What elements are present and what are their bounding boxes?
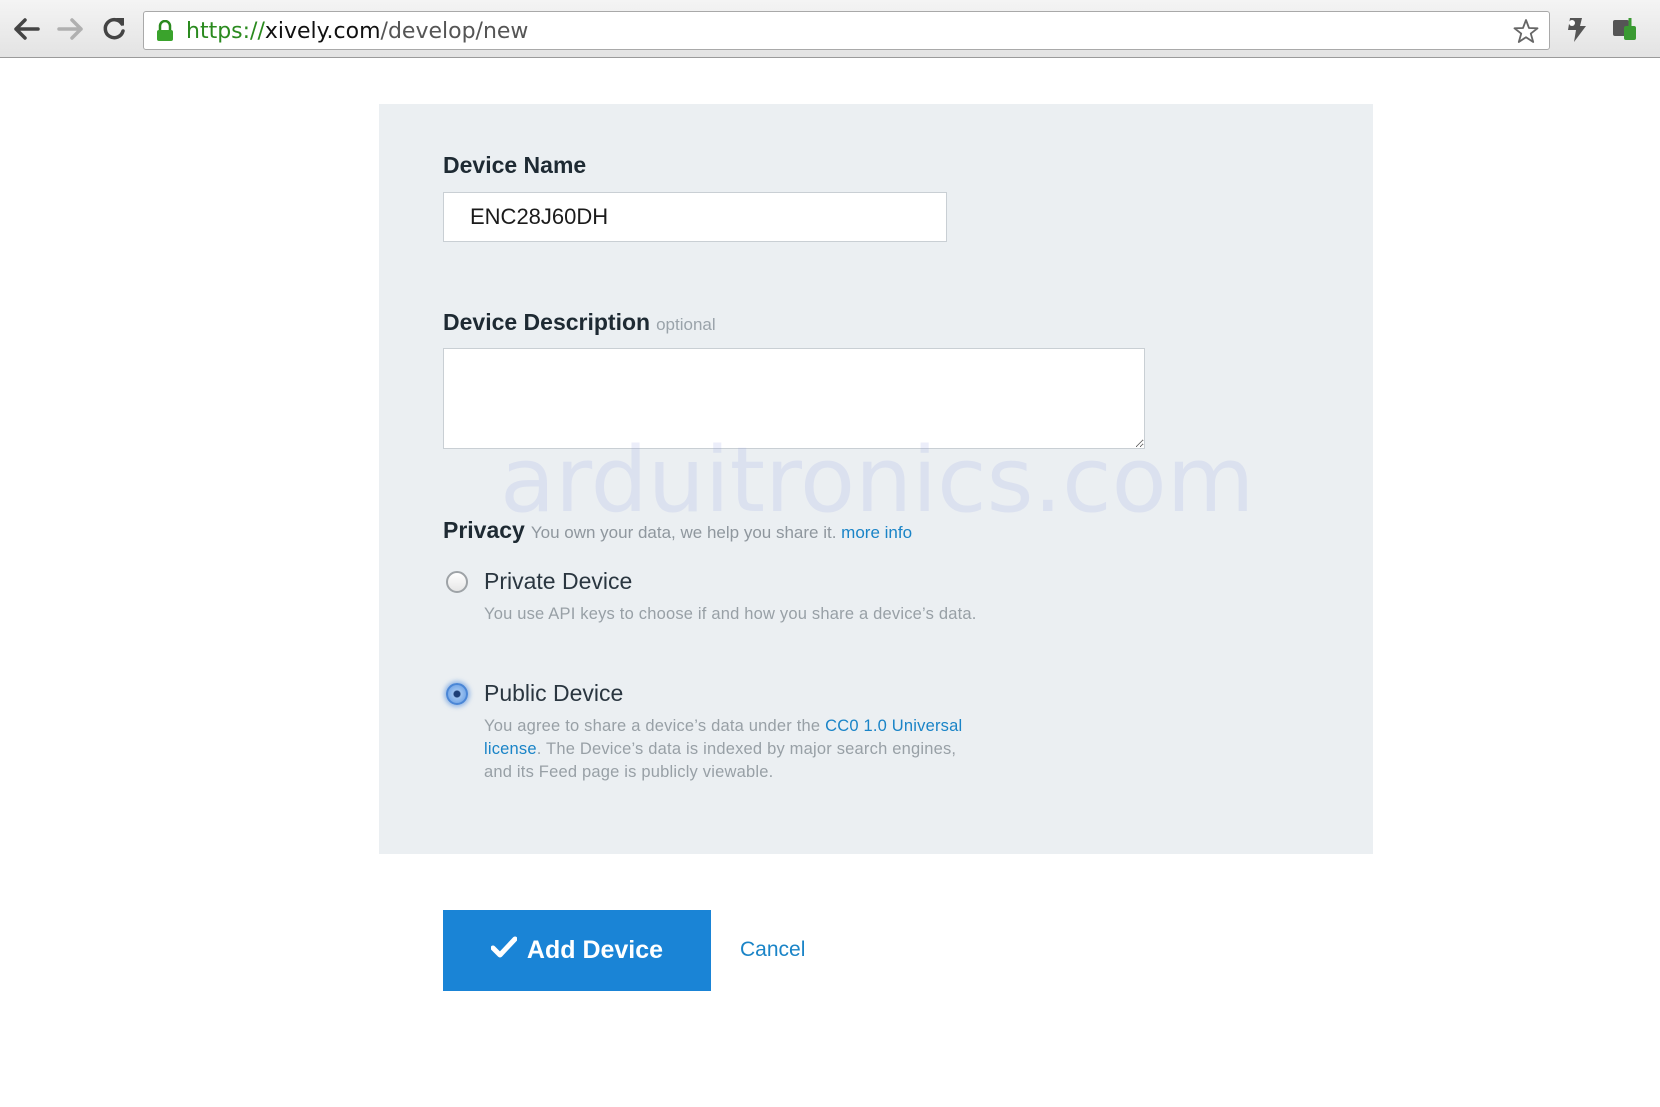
privacy-note-text: You own your data, we help you share it. — [530, 523, 837, 542]
browser-toolbar: https://xively.com/develop/new — [0, 0, 1660, 58]
more-info-link[interactable]: more info — [841, 523, 912, 542]
public-device-description: You agree to share a device’s data under… — [484, 715, 964, 784]
private-device-radio[interactable] — [446, 571, 468, 593]
url-path: /develop/new — [380, 19, 529, 44]
back-arrow-icon[interactable] — [12, 14, 42, 44]
url-host: xively.com — [264, 19, 381, 44]
device-description-label: Device Description optional — [443, 309, 716, 336]
device-name-label: Device Name — [443, 152, 587, 178]
star-icon[interactable] — [1513, 18, 1539, 49]
address-bar[interactable]: https://xively.com/develop/new — [143, 11, 1550, 50]
reload-icon[interactable] — [99, 14, 129, 44]
private-device-title: Private Device — [484, 568, 633, 594]
device-description-input[interactable] — [443, 348, 1145, 449]
lock-icon — [156, 19, 174, 47]
url-text: https://xively.com/develop/new — [186, 19, 528, 44]
extension-icon[interactable] — [1562, 14, 1590, 49]
public-device-title: Public Device — [484, 680, 624, 706]
checkmark-icon — [490, 936, 518, 965]
add-device-button[interactable]: Add Device — [443, 910, 711, 991]
public-device-radio[interactable] — [446, 683, 468, 705]
device-name-input[interactable] — [443, 192, 947, 242]
privacy-label-text: Privacy — [443, 517, 525, 543]
privacy-label: Privacy You own your data, we help you sh… — [443, 517, 912, 544]
public-device-description-before: You agree to share a device’s data under… — [484, 717, 826, 735]
privacy-note: You own your data, we help you share it.… — [531, 523, 912, 542]
add-device-label: Add Device — [526, 936, 664, 964]
cancel-link[interactable]: Cancel — [740, 938, 805, 962]
forward-arrow-icon[interactable] — [55, 14, 85, 44]
optional-hint: optional — [656, 315, 716, 334]
private-device-description: You use API keys to choose if and how yo… — [484, 605, 977, 623]
device-description-label-text: Device Description — [443, 309, 651, 335]
public-device-description-after: . The Device’s data is indexed by major … — [484, 740, 957, 781]
device-form-panel: Device Name Device Description optional P… — [379, 104, 1373, 854]
extension-puzzle-icon[interactable] — [1610, 14, 1640, 49]
url-scheme: https:// — [186, 19, 265, 44]
